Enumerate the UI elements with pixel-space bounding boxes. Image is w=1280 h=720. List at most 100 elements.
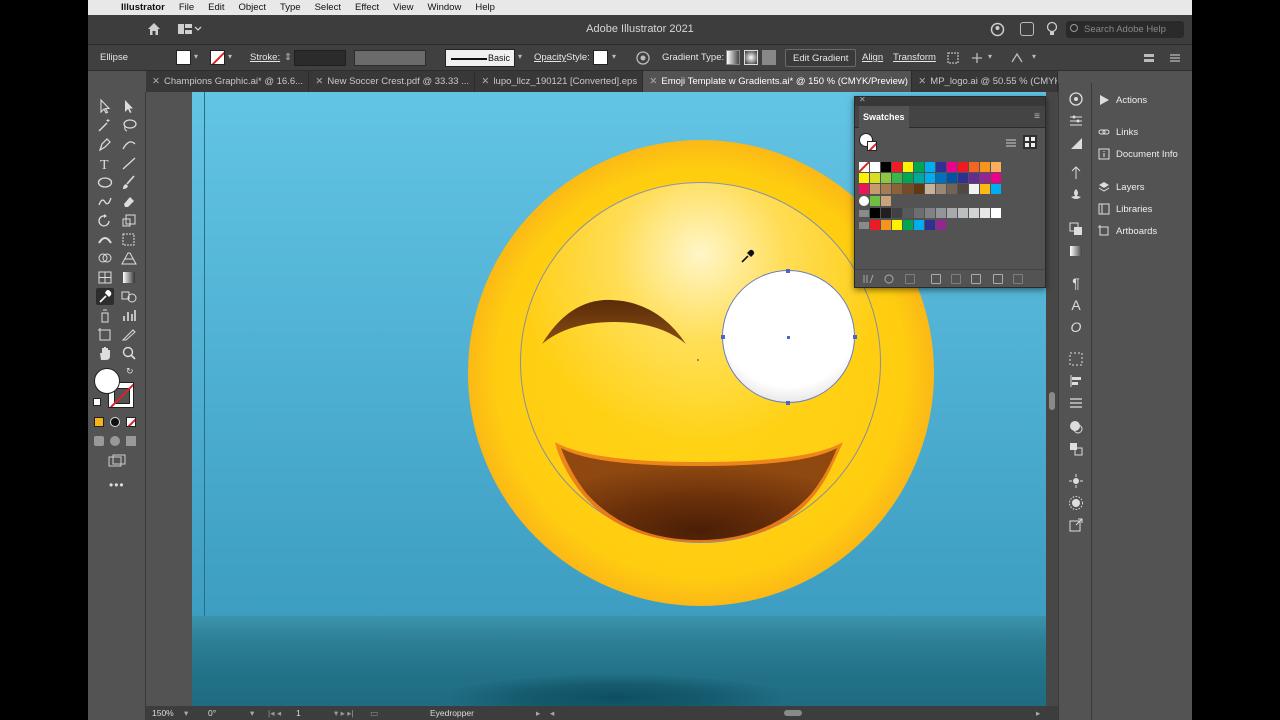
align-link[interactable]: Align [862, 52, 883, 63]
chevron-down-icon[interactable]: ▾ [184, 708, 188, 719]
anchor-point[interactable] [721, 335, 725, 339]
close-icon[interactable]: ✕ [918, 71, 926, 92]
opacity-label[interactable]: Opacity [534, 52, 566, 63]
search-help-input[interactable]: Search Adobe Help [1066, 21, 1184, 38]
arrange-icon[interactable] [1142, 51, 1156, 65]
screen-mode-icon[interactable] [108, 454, 126, 468]
color-swatch[interactable] [947, 173, 957, 183]
color-swatch[interactable] [947, 208, 957, 218]
color-swatch[interactable] [859, 173, 869, 183]
panel-libraries[interactable]: Libraries [1098, 203, 1152, 215]
draw-inside-icon[interactable] [126, 436, 136, 446]
lasso-tool-icon[interactable] [120, 117, 138, 134]
paragraph-icon[interactable]: ¶ [1068, 275, 1084, 291]
align-icon[interactable] [1068, 373, 1084, 389]
transparency-icon[interactable] [1068, 221, 1084, 237]
brush-definition-dropdown[interactable]: Basic [445, 49, 515, 67]
color-swatch[interactable] [958, 173, 968, 183]
color-swatch[interactable] [991, 173, 1001, 183]
default-fill-stroke-icon[interactable] [93, 398, 101, 406]
transform-icon[interactable] [1068, 395, 1084, 411]
lightbulb-icon[interactable] [1046, 21, 1058, 37]
ellipse-tool-icon[interactable] [96, 174, 114, 191]
color-swatch[interactable] [925, 208, 935, 218]
menu-edit[interactable]: Edit [201, 2, 231, 13]
tab-lupo[interactable]: ✕ lupo_llcz_190121 [Converted].eps [475, 71, 644, 92]
menu-select[interactable]: Select [308, 2, 348, 13]
eraser-tool-icon[interactable] [120, 193, 138, 210]
scroll-thumb[interactable] [1049, 392, 1055, 410]
freeform-gradient-button[interactable] [762, 50, 776, 65]
color-swatch[interactable] [859, 184, 869, 194]
anchor-point[interactable] [786, 269, 790, 273]
color-swatch[interactable] [903, 162, 913, 172]
chevron-down-icon[interactable]: ▾ [988, 52, 996, 61]
chevron-down-icon[interactable]: ▾ [1032, 52, 1040, 61]
scroll-left-icon[interactable]: ◂ [550, 708, 554, 719]
color-swatch[interactable] [925, 173, 935, 183]
color-swatch[interactable] [936, 162, 946, 172]
fill-swatch[interactable] [176, 50, 191, 65]
color-swatch[interactable] [958, 162, 968, 172]
color-swatch[interactable] [936, 208, 946, 218]
menu-illustrator[interactable]: Illustrator [114, 2, 172, 13]
column-graph-tool-icon[interactable] [120, 307, 138, 324]
color-swatch[interactable] [980, 208, 990, 218]
export-icon[interactable] [1068, 517, 1084, 533]
shape-builder-icon[interactable] [970, 51, 984, 65]
color-swatch[interactable] [881, 208, 891, 218]
chevron-down-icon[interactable]: ▾ [250, 708, 254, 719]
chevron-down-icon[interactable]: ▾ [228, 52, 236, 61]
color-swatch[interactable] [903, 208, 913, 218]
folder-icon[interactable] [859, 222, 869, 229]
color-swatch[interactable] [969, 208, 979, 218]
color-swatch[interactable] [991, 208, 1001, 218]
folder-icon[interactable] [971, 274, 981, 284]
color-swatch[interactable] [870, 173, 880, 183]
stroke-weight-field[interactable] [294, 50, 346, 66]
symbols-icon[interactable] [1068, 187, 1084, 203]
show-swatch-kinds-icon[interactable] [883, 273, 895, 285]
artboard-navigator-icon[interactable]: ▭ [370, 708, 378, 719]
color-swatch[interactable] [870, 220, 880, 230]
chevron-down-icon[interactable]: ▾ [518, 52, 526, 61]
tab-emoji-template[interactable]: ✕ Emoji Template w Gradients.ai* @ 150 % … [643, 71, 913, 92]
color-swatch[interactable] [870, 184, 880, 194]
free-transform-tool-icon[interactable] [120, 231, 138, 248]
new-folder-icon[interactable] [951, 274, 961, 284]
share-icon[interactable] [990, 22, 1005, 37]
menu-file[interactable]: File [172, 2, 201, 13]
stroke-label[interactable]: Stroke: [250, 52, 280, 63]
home-icon[interactable] [146, 21, 162, 37]
horizontal-scroll-thumb[interactable] [784, 710, 802, 716]
fill-color-box[interactable] [94, 368, 120, 394]
panel-links[interactable]: Links [1098, 126, 1138, 138]
stepper-icon[interactable]: ⇕ [284, 52, 292, 63]
artboard-tool-icon[interactable] [96, 326, 114, 343]
symbol-sprayer-tool-icon[interactable] [96, 307, 114, 324]
type-tool-icon[interactable]: T [96, 155, 114, 173]
panel-layers[interactable]: Layers [1098, 181, 1145, 193]
menu-object[interactable]: Object [232, 2, 273, 13]
workspace-switcher-icon[interactable] [178, 23, 202, 35]
gradient-panel-icon[interactable] [1068, 243, 1084, 259]
recolor-artwork-icon[interactable] [636, 51, 650, 65]
color-swatch[interactable] [914, 208, 924, 218]
color-mode-icon[interactable] [94, 417, 104, 427]
puppet-warp-icon[interactable] [1010, 51, 1024, 65]
tab-new-soccer-crest[interactable]: ✕ New Soccer Crest.pdf @ 33.33 ... [309, 71, 476, 92]
tab-swatches[interactable]: Swatches [859, 106, 909, 128]
color-swatch[interactable] [969, 162, 979, 172]
draw-behind-icon[interactable] [110, 436, 120, 446]
sun-icon[interactable] [1068, 495, 1084, 511]
graphic-styles-icon[interactable] [1068, 441, 1084, 457]
puppet-warp-icon[interactable] [1068, 165, 1084, 181]
edit-toolbar-icon[interactable]: ••• [109, 478, 125, 492]
color-swatch[interactable] [914, 173, 924, 183]
close-icon[interactable]: ✕ [649, 71, 657, 92]
direct-selection-tool-icon[interactable] [120, 98, 138, 115]
graphic-style-swatch[interactable] [593, 50, 608, 65]
opentype-icon[interactable]: O [1068, 319, 1084, 335]
draw-normal-icon[interactable] [94, 436, 104, 446]
blend-tool-icon[interactable] [120, 288, 138, 305]
